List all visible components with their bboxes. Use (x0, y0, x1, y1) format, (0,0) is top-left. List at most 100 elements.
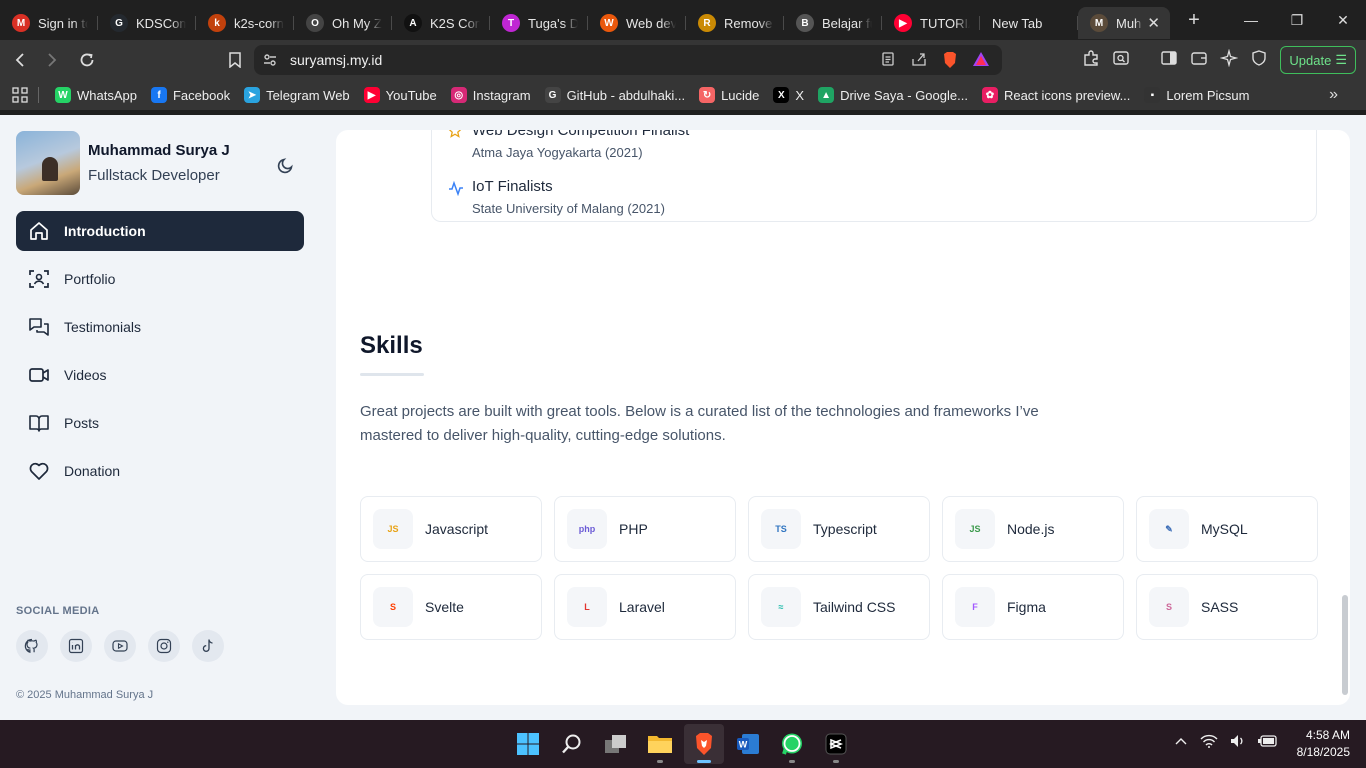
tab-active[interactable]: M Muh ✕ (1078, 7, 1170, 39)
skills-heading: Skills (360, 332, 423, 359)
whatsapp-taskbar-button[interactable] (772, 724, 812, 764)
tab-favicon-icon: M (12, 14, 30, 32)
bookmark-item[interactable]: f Facebook (150, 87, 231, 103)
sidebar-item-testimonials[interactable]: Testimonials (16, 307, 304, 347)
bookmark-item[interactable]: ↻ Lucide (699, 87, 759, 103)
reader-mode-icon[interactable] (880, 51, 896, 74)
bookmarks-bar: W WhatsApp f Facebook ➤ Telegram Web ▶ YouTube ◎… (0, 80, 1366, 110)
browser-tab[interactable]: T Tuga's D (490, 7, 588, 39)
browser-tab[interactable]: G KDSCom (98, 7, 196, 39)
sidebar-item-donation[interactable]: Donation (16, 451, 304, 491)
theme-toggle-button[interactable] (270, 149, 302, 181)
scrollbar-thumb[interactable] (1342, 595, 1348, 695)
skill-card: F Figma (942, 574, 1124, 640)
tab-favicon-icon: T (502, 14, 520, 32)
youtube-link[interactable] (104, 630, 136, 662)
close-tab-icon[interactable]: ✕ (1147, 14, 1160, 32)
bookmark-favicon-icon: ▶ (363, 87, 380, 103)
bookmark-page-icon[interactable] (220, 45, 250, 75)
minimize-icon[interactable]: — (1228, 0, 1274, 40)
site-info-icon[interactable] (262, 52, 278, 73)
bookmark-item[interactable]: ✿ React icons preview... (981, 87, 1131, 103)
github-link[interactable] (16, 630, 48, 662)
skill-label: Node.js (1007, 521, 1055, 537)
start-button[interactable] (508, 724, 548, 764)
taskbar-search-button[interactable] (552, 724, 592, 764)
sidebar-item-videos[interactable]: Videos (16, 355, 304, 395)
extensions-icon[interactable] (1082, 49, 1100, 72)
tab-favicon-icon: W (600, 14, 618, 32)
bookmark-label: Facebook (172, 87, 231, 103)
social-media-label: SOCIAL MEDIA (16, 605, 100, 617)
brave-rewards-icon[interactable] (972, 51, 990, 74)
new-tab-button[interactable]: + (1174, 9, 1214, 32)
bookmark-label: Lorem Picsum (1166, 87, 1250, 103)
bookmark-item[interactable]: ▶ YouTube (363, 87, 437, 103)
browser-tab[interactable]: O Oh My Z (294, 7, 392, 39)
search-tab-icon[interactable] (1112, 49, 1130, 72)
browser-tab[interactable]: M Sign in to (0, 7, 98, 39)
page-scrollbar[interactable] (1341, 135, 1349, 700)
tab-title: Oh My Z (332, 15, 382, 31)
update-button[interactable]: Update ☰ (1280, 46, 1356, 74)
bookmark-label: React icons preview... (1003, 87, 1131, 103)
apps-grid-icon[interactable] (12, 87, 28, 103)
file-explorer-button[interactable] (640, 724, 680, 764)
back-icon[interactable] (6, 45, 36, 75)
task-view-button[interactable] (596, 724, 636, 764)
bookmarks-overflow-icon[interactable]: » (1329, 86, 1338, 104)
clock-date: 8/18/2025 (1296, 745, 1350, 759)
tiktok-link[interactable] (192, 630, 224, 662)
skill-label: MySQL (1201, 521, 1248, 537)
figma-icon: F (955, 587, 995, 627)
sidebar-item-portfolio[interactable]: Portfolio (16, 259, 304, 299)
capcut-taskbar-button[interactable] (816, 724, 856, 764)
show-hidden-icons[interactable] (1174, 734, 1188, 753)
browser-tab[interactable]: B Belajar fu (784, 7, 882, 39)
tab-favicon-icon: B (796, 14, 814, 32)
wallet-icon[interactable] (1190, 49, 1208, 72)
vpn-icon[interactable] (1250, 49, 1268, 72)
bookmark-item[interactable]: ◎ Instagram (450, 87, 531, 103)
brave-shield-icon[interactable] (942, 51, 958, 74)
browser-tab[interactable]: New Tab (980, 7, 1078, 39)
bookmark-item[interactable]: XX (773, 87, 804, 103)
address-bar[interactable]: suryamsj.my.id (254, 45, 1002, 75)
share-icon[interactable] (910, 51, 928, 74)
volume-icon[interactable] (1230, 734, 1246, 753)
instagram-link[interactable] (148, 630, 180, 662)
heart-icon (29, 462, 49, 480)
bookmark-favicon-icon: W (55, 87, 71, 103)
wifi-icon[interactable] (1200, 734, 1218, 753)
maximize-icon[interactable]: ❐ (1274, 0, 1320, 40)
bookmark-item[interactable]: ➤ Telegram Web (244, 87, 350, 103)
bookmark-label: WhatsApp (77, 87, 137, 103)
browser-tab[interactable]: A K2S Com (392, 7, 490, 39)
bookmark-item[interactable]: W WhatsApp (55, 87, 137, 103)
word-taskbar-button[interactable]: W (728, 724, 768, 764)
system-clock[interactable]: 4:58 AM 8/18/2025 (1297, 727, 1350, 761)
sidebar-item-introduction[interactable]: Introduction (16, 211, 304, 251)
browser-tab[interactable]: k k2s-corn (196, 7, 294, 39)
sidebar-toggle-icon[interactable] (1160, 49, 1178, 72)
url-text[interactable]: suryamsj.my.id (290, 52, 382, 68)
browser-tab[interactable]: R Remove (686, 7, 784, 39)
word-icon: W (737, 734, 759, 754)
bookmark-item[interactable]: G GitHub - abdulhaki... (544, 87, 685, 103)
avatar (16, 131, 80, 195)
leo-ai-icon[interactable] (1219, 48, 1239, 72)
linkedin-link[interactable] (60, 630, 92, 662)
browser-tab[interactable]: ▶ TUTORIA (882, 7, 980, 39)
sass-icon: S (1149, 587, 1189, 627)
brave-icon (696, 733, 712, 755)
forward-icon[interactable] (36, 45, 66, 75)
battery-icon[interactable] (1258, 734, 1278, 753)
award-title: IoT Finalists (472, 178, 553, 195)
brave-taskbar-button[interactable] (684, 724, 724, 764)
close-window-icon[interactable]: ✕ (1320, 0, 1366, 40)
reload-icon[interactable] (72, 45, 102, 75)
bookmark-item[interactable]: ▲ Drive Saya - Google... (818, 87, 968, 103)
sidebar-item-posts[interactable]: Posts (16, 403, 304, 443)
browser-tab[interactable]: W Web dev (588, 7, 686, 39)
bookmark-item[interactable]: ▪ Lorem Picsum (1144, 87, 1249, 103)
